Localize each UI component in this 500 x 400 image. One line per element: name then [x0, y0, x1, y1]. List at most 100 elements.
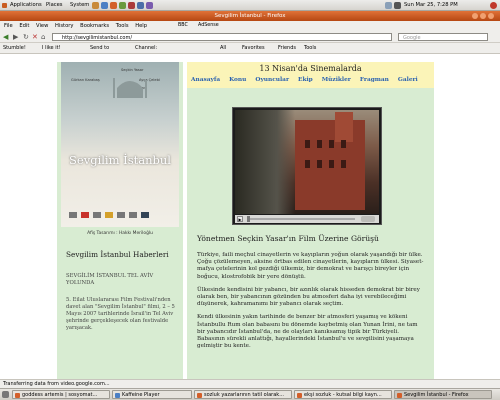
bookmark-bbc[interactable]: BBC [178, 22, 188, 30]
close-icon[interactable] [488, 13, 494, 19]
stumbleupon-toolbar: Stumble! I like it! Send to Channel: All… [0, 43, 500, 54]
firefox-icon [197, 393, 202, 398]
tower-image [335, 112, 353, 142]
taskbar-item[interactable]: sozluk yazarlarının tatil olarak... [194, 390, 292, 399]
status-text: Transferring data from video.google.com.… [3, 381, 110, 387]
poster-name: Seçkin Yasar [121, 68, 144, 72]
launcher-icon[interactable] [119, 2, 126, 9]
launcher-icon[interactable] [92, 2, 99, 9]
taskbar-item[interactable]: Sevgilim İstanbul - Firefox [394, 390, 492, 399]
menu-history[interactable]: History [55, 23, 73, 29]
article-paragraph: Ülkesinde kendisini bir yabancı, bir azı… [197, 286, 420, 308]
article-paragraph: Türkiye, faili meçhul cinayetlerin ve ka… [197, 252, 424, 280]
launcher-icon[interactable] [128, 2, 135, 9]
window-titlebar[interactable]: Sevgilim İstanbul - Firefox [0, 11, 500, 21]
ubuntu-logo-icon[interactable] [2, 3, 7, 8]
nav-konu[interactable]: Konu [229, 77, 246, 83]
menu-bar: File Edit View History Bookmarks Tools H… [0, 21, 500, 31]
bookmark-adsense[interactable]: AdSense [198, 22, 219, 30]
menu-file[interactable]: File [4, 23, 13, 29]
like-button[interactable]: I like it! [42, 43, 61, 53]
bottom-panel: goddess artemis | sosyomat... Kaffeine P… [0, 388, 500, 400]
video-player[interactable]: ▶ [232, 107, 382, 225]
poster-title: Sevgilim İstanbul [69, 153, 171, 167]
home-icon[interactable]: ⌂ [41, 33, 45, 41]
sponsor-logos [67, 210, 173, 220]
firefox-launcher-icon[interactable] [110, 2, 117, 9]
news-heading: Sevgilim İstanbul Haberleri [66, 250, 169, 259]
menu-bookmarks[interactable]: Bookmarks [80, 23, 109, 29]
stumble-button[interactable]: Stumble! [3, 43, 26, 53]
url-bar[interactable]: http://sevgilimistanbul.com/ [52, 33, 392, 41]
status-bar: Transferring data from video.google.com.… [0, 379, 500, 388]
gnome-top-panel: Applications Places System Sun Mar 25, 7… [0, 0, 500, 11]
launcher-icon[interactable] [137, 2, 144, 9]
site-title: 13 Nisan'da Sinemalarda [259, 64, 362, 73]
movie-poster[interactable]: Seçkin Yasar Gürkan Karabaş Ayça Çelebi … [61, 62, 179, 227]
menu-view[interactable]: View [36, 23, 48, 29]
seek-handle[interactable] [247, 216, 250, 222]
menu-edit[interactable]: Edit [19, 23, 29, 29]
menu-tools[interactable]: Tools [116, 23, 129, 29]
network-icon[interactable] [385, 2, 392, 9]
site-header: 13 Nisan'da Sinemalarda Anasayfa Konu Oy… [187, 62, 434, 88]
news-subtitle[interactable]: SEVGİLİM İSTANBUL TEL AVİV YOLUNDA [66, 273, 178, 287]
channel-label: Channel: [135, 45, 158, 51]
window-title: Sevgilim İstanbul - Firefox [214, 13, 286, 19]
firefox-icon [397, 393, 402, 398]
forward-icon[interactable]: ▶ [13, 33, 18, 41]
nav-fragman[interactable]: Fragman [360, 77, 389, 83]
navigation-toolbar: ◀ ▶ ↻ ✕ ⌂ http://sevgilimistanbul.com/ G… [0, 31, 500, 43]
firefox-icon [15, 393, 20, 398]
launcher-icon[interactable] [146, 2, 153, 9]
favorites-button[interactable]: Favorites [242, 43, 265, 53]
nav-ekip[interactable]: Ekip [298, 77, 313, 83]
firefox-icon [297, 393, 302, 398]
menu-help[interactable]: Help [135, 23, 147, 29]
minimize-icon[interactable] [472, 13, 478, 19]
places-menu[interactable]: Places [46, 0, 63, 10]
all-dropdown[interactable]: All [220, 43, 226, 53]
nav-oyuncular[interactable]: Oyuncular [255, 77, 289, 83]
power-icon[interactable] [490, 2, 497, 9]
clock[interactable]: Sun Mar 25, 7:28 PM [404, 0, 458, 10]
article-body: Türkiye, faili meçhul cinayetlerin ve ka… [197, 252, 427, 356]
article-title: Yönetmen Seçkin Yasar'ın Film Üzerine Gö… [197, 234, 379, 243]
player-controls: ▶ [235, 215, 379, 223]
maximize-icon[interactable] [480, 13, 486, 19]
friends-button[interactable]: Friends [278, 43, 296, 53]
taskbar-item[interactable]: goddess artemis | sosyomat... [12, 390, 110, 399]
article-paragraph: Kendi ülkesinin yakın tarihinde de benze… [197, 314, 418, 350]
nav-galeri[interactable]: Galeri [398, 77, 418, 83]
poster-design-credit: Afiş Tasarımı : Hakkı Meriloğlu [87, 231, 153, 236]
volume-icon[interactable] [394, 2, 401, 9]
applications-menu[interactable]: Applications [10, 0, 42, 10]
send-to-button[interactable]: Send to [90, 43, 109, 53]
left-column: Seçkin Yasar Gürkan Karabaş Ayça Çelebi … [57, 62, 183, 379]
mosque-silhouette-icon [113, 78, 147, 98]
search-input[interactable]: Google [398, 33, 488, 41]
site-nav: Anasayfa Konu Oyuncular Ekip Müzikler Fr… [191, 77, 431, 83]
taskbar-item[interactable]: Kaffeine Player [112, 390, 192, 399]
page-container: Seçkin Yasar Gürkan Karabaş Ayça Çelebi … [57, 62, 434, 379]
poster-name: Gürkan Karabaş [71, 78, 100, 82]
back-icon[interactable]: ◀ [3, 33, 8, 41]
web-content[interactable]: Seçkin Yasar Gürkan Karabaş Ayça Çelebi … [0, 54, 500, 379]
show-desktop-icon[interactable] [2, 391, 9, 398]
seek-bar[interactable] [247, 218, 355, 220]
taskbar-item[interactable]: ekşi sozluk - kutsal bilgi kayn... [294, 390, 392, 399]
video-frame[interactable] [235, 110, 379, 214]
system-menu[interactable]: System [70, 0, 89, 10]
tree-silhouette [235, 110, 295, 214]
nav-anasayfa[interactable]: Anasayfa [191, 77, 220, 83]
kaffeine-icon [115, 393, 120, 398]
tools-button[interactable]: Tools [304, 43, 316, 53]
reload-icon[interactable]: ↻ [23, 33, 29, 41]
volume-control[interactable] [361, 216, 375, 222]
nav-muzikler[interactable]: Müzikler [322, 77, 351, 83]
stop-icon[interactable]: ✕ [32, 33, 38, 41]
play-icon[interactable]: ▶ [237, 216, 243, 222]
news-body: 5. Eilat Uluslararası Film Festivali'nde… [66, 297, 175, 331]
launcher-icon[interactable] [101, 2, 108, 9]
right-column: 13 Nisan'da Sinemalarda Anasayfa Konu Oy… [187, 62, 434, 379]
